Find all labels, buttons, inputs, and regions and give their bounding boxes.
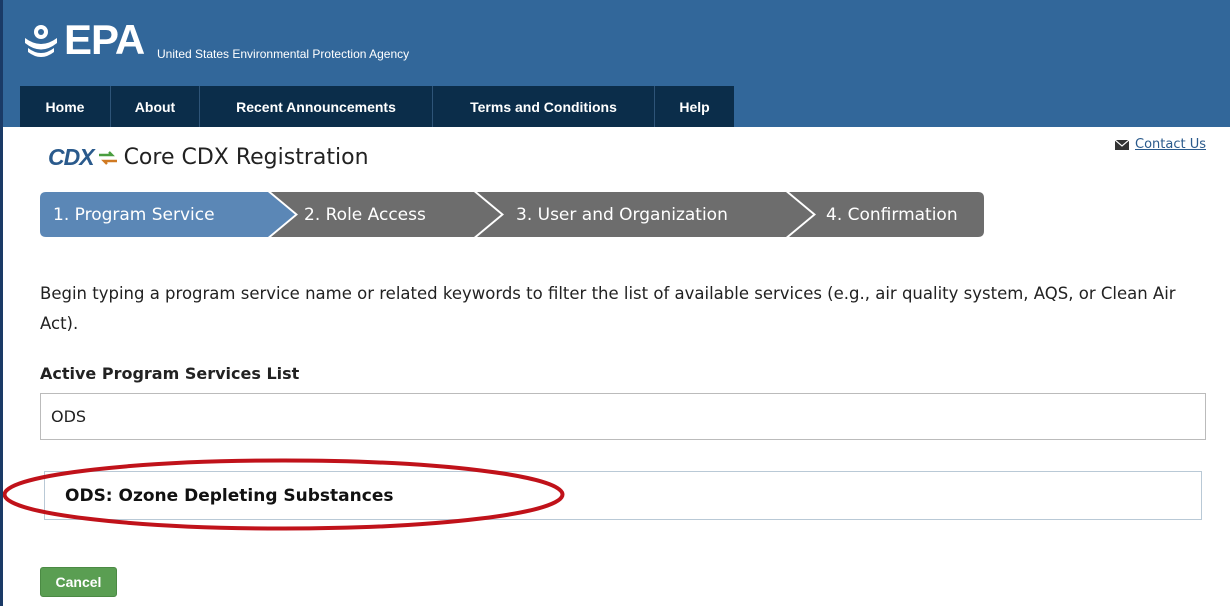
cancel-button[interactable]: Cancel: [40, 567, 117, 597]
step-user-and-organization[interactable]: 3. User and Organization: [516, 192, 728, 237]
program-service-search-input[interactable]: [40, 393, 1206, 440]
epa-logo[interactable]: EPA: [22, 16, 145, 63]
step-role-access[interactable]: 2. Role Access: [304, 192, 426, 237]
epa-flower-icon: [25, 25, 57, 57]
contact-us-link[interactable]: Contact Us: [1115, 137, 1206, 152]
cdx-logo: CDX: [48, 144, 95, 170]
page-heading: CDX Core CDX Registration: [48, 144, 369, 171]
epa-logo-text: EPA: [64, 16, 145, 63]
nav-item-terms-and-conditions[interactable]: Terms and Conditions: [433, 86, 655, 127]
site-header: EPA United States Environmental Protecti…: [0, 0, 1230, 127]
services-list-label: Active Program Services List: [40, 364, 300, 383]
step-confirmation[interactable]: 4. Confirmation: [826, 192, 958, 237]
nav-item-help[interactable]: Help: [655, 86, 734, 127]
main-content: Contact Us CDX Core CDX Registration 1. …: [2, 127, 1230, 606]
page-title: Core CDX Registration: [123, 145, 369, 170]
cdx-arrows-icon: [98, 150, 117, 165]
main-nav: Home About Recent Announcements Terms an…: [20, 86, 734, 127]
step-program-service[interactable]: 1. Program Service: [53, 192, 215, 237]
services-results-list: ODS: Ozone Depleting Substances: [44, 471, 1202, 520]
progress-steps: 1. Program Service 2. Role Access 3. Use…: [40, 192, 984, 237]
contact-us-label: Contact Us: [1135, 137, 1206, 152]
instructions-text: Begin typing a program service name or r…: [40, 284, 1176, 333]
nav-item-recent-announcements[interactable]: Recent Announcements: [200, 86, 433, 127]
nav-item-about[interactable]: About: [111, 86, 200, 127]
agency-name: United States Environmental Protection A…: [157, 47, 410, 61]
nav-item-home[interactable]: Home: [20, 86, 111, 127]
envelope-icon: [1115, 139, 1129, 150]
result-item-ods[interactable]: ODS: Ozone Depleting Substances: [65, 472, 393, 519]
